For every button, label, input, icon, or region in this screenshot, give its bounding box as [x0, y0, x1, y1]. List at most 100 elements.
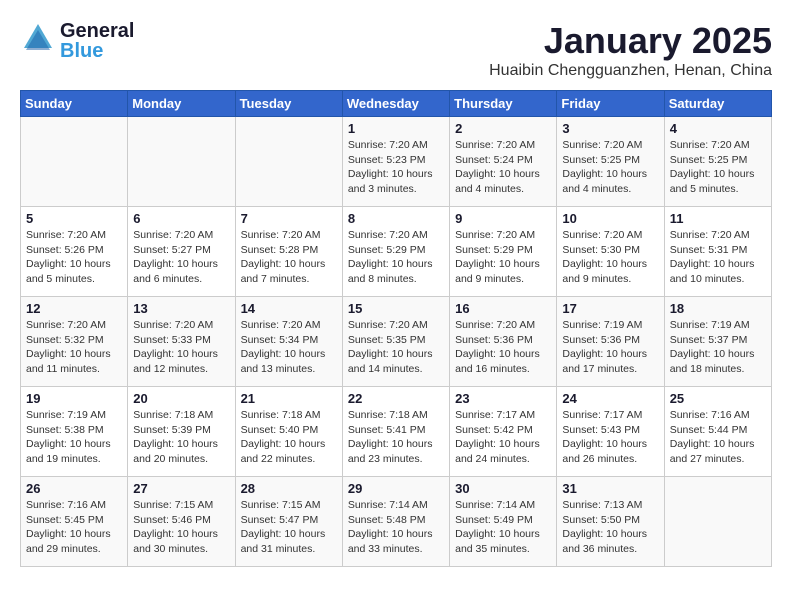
day-number: 15: [348, 301, 444, 316]
day-info: Sunrise: 7:19 AMSunset: 5:38 PMDaylight:…: [26, 408, 122, 467]
day-number: 1: [348, 121, 444, 136]
calendar-header-row: SundayMondayTuesdayWednesdayThursdayFrid…: [21, 91, 772, 117]
day-info: Sunrise: 7:20 AMSunset: 5:26 PMDaylight:…: [26, 228, 122, 287]
calendar-cell: 12 Sunrise: 7:20 AMSunset: 5:32 PMDayligh…: [21, 297, 128, 387]
calendar-cell: 5 Sunrise: 7:20 AMSunset: 5:26 PMDaylight…: [21, 207, 128, 297]
day-info: Sunrise: 7:20 AMSunset: 5:25 PMDaylight:…: [670, 138, 766, 197]
day-info: Sunrise: 7:20 AMSunset: 5:34 PMDaylight:…: [241, 318, 337, 377]
day-number: 27: [133, 481, 229, 496]
day-info: Sunrise: 7:14 AMSunset: 5:48 PMDaylight:…: [348, 498, 444, 557]
calendar-cell: 8 Sunrise: 7:20 AMSunset: 5:29 PMDaylight…: [342, 207, 449, 297]
col-header-friday: Friday: [557, 91, 664, 117]
day-info: Sunrise: 7:13 AMSunset: 5:50 PMDaylight:…: [562, 498, 658, 557]
day-number: 23: [455, 391, 551, 406]
day-number: 19: [26, 391, 122, 406]
day-info: Sunrise: 7:20 AMSunset: 5:27 PMDaylight:…: [133, 228, 229, 287]
day-number: 24: [562, 391, 658, 406]
calendar-cell: [128, 117, 235, 207]
day-number: 18: [670, 301, 766, 316]
calendar-cell: 17Sunrise: 7:19 AMSunset: 5:36 PMDayligh…: [557, 297, 664, 387]
day-info: Sunrise: 7:20 AMSunset: 5:24 PMDaylight:…: [455, 138, 551, 197]
calendar-cell: 6 Sunrise: 7:20 AMSunset: 5:27 PMDaylight…: [128, 207, 235, 297]
logo-blue: Blue: [60, 41, 134, 61]
calendar-week-row: 12 Sunrise: 7:20 AMSunset: 5:32 PMDayligh…: [21, 297, 772, 387]
calendar-cell: 9Sunrise: 7:20 AMSunset: 5:29 PMDaylight…: [450, 207, 557, 297]
day-info: Sunrise: 7:14 AMSunset: 5:49 PMDaylight:…: [455, 498, 551, 557]
day-number: 2: [455, 121, 551, 136]
day-info: Sunrise: 7:17 AMSunset: 5:43 PMDaylight:…: [562, 408, 658, 467]
col-header-monday: Monday: [128, 91, 235, 117]
calendar-cell: [235, 117, 342, 207]
day-info: Sunrise: 7:16 AMSunset: 5:44 PMDaylight:…: [670, 408, 766, 467]
day-info: Sunrise: 7:17 AMSunset: 5:42 PMDaylight:…: [455, 408, 551, 467]
day-info: Sunrise: 7:20 AMSunset: 5:29 PMDaylight:…: [348, 228, 444, 287]
day-info: Sunrise: 7:15 AMSunset: 5:47 PMDaylight:…: [241, 498, 337, 557]
page-header: General Blue January 2025 Huaibin Chengg…: [20, 20, 772, 80]
calendar-cell: 10 Sunrise: 7:20 AMSunset: 5:30 PMDayligh…: [557, 207, 664, 297]
day-info: Sunrise: 7:20 AMSunset: 5:23 PMDaylight:…: [348, 138, 444, 197]
calendar-cell: 3 Sunrise: 7:20 AMSunset: 5:25 PMDaylight…: [557, 117, 664, 207]
day-number: 30: [455, 481, 551, 496]
calendar-cell: 22 Sunrise: 7:18 AMSunset: 5:41 PMDayligh…: [342, 387, 449, 477]
day-number: 28: [241, 481, 337, 496]
col-header-saturday: Saturday: [664, 91, 771, 117]
day-number: 16: [455, 301, 551, 316]
day-number: 22: [348, 391, 444, 406]
calendar-week-row: 1 Sunrise: 7:20 AMSunset: 5:23 PMDaylight…: [21, 117, 772, 207]
day-info: Sunrise: 7:20 AMSunset: 5:30 PMDaylight:…: [562, 228, 658, 287]
day-number: 10: [562, 211, 658, 226]
day-number: 4: [670, 121, 766, 136]
col-header-thursday: Thursday: [450, 91, 557, 117]
calendar-title: January 2025: [489, 20, 772, 62]
day-number: 5: [26, 211, 122, 226]
calendar-week-row: 5 Sunrise: 7:20 AMSunset: 5:26 PMDaylight…: [21, 207, 772, 297]
day-number: 31: [562, 481, 658, 496]
calendar-cell: 2 Sunrise: 7:20 AMSunset: 5:24 PMDaylight…: [450, 117, 557, 207]
day-info: Sunrise: 7:20 AMSunset: 5:32 PMDaylight:…: [26, 318, 122, 377]
calendar-week-row: 19 Sunrise: 7:19 AMSunset: 5:38 PMDayligh…: [21, 387, 772, 477]
calendar-cell: 28 Sunrise: 7:15 AMSunset: 5:47 PMDayligh…: [235, 477, 342, 567]
calendar-cell: [664, 477, 771, 567]
day-info: Sunrise: 7:16 AMSunset: 5:45 PMDaylight:…: [26, 498, 122, 557]
day-number: 6: [133, 211, 229, 226]
day-number: 29: [348, 481, 444, 496]
calendar-cell: 14Sunrise: 7:20 AMSunset: 5:34 PMDayligh…: [235, 297, 342, 387]
day-number: 25: [670, 391, 766, 406]
calendar-cell: 27Sunrise: 7:15 AMSunset: 5:46 PMDayligh…: [128, 477, 235, 567]
calendar-cell: 30 Sunrise: 7:14 AMSunset: 5:49 PMDayligh…: [450, 477, 557, 567]
day-number: 12: [26, 301, 122, 316]
day-number: 8: [348, 211, 444, 226]
day-info: Sunrise: 7:20 AMSunset: 5:28 PMDaylight:…: [241, 228, 337, 287]
logo-text: General Blue: [60, 21, 134, 61]
day-info: Sunrise: 7:20 AMSunset: 5:35 PMDaylight:…: [348, 318, 444, 377]
day-info: Sunrise: 7:18 AMSunset: 5:39 PMDaylight:…: [133, 408, 229, 467]
day-info: Sunrise: 7:20 AMSunset: 5:31 PMDaylight:…: [670, 228, 766, 287]
calendar-cell: 16Sunrise: 7:20 AMSunset: 5:36 PMDayligh…: [450, 297, 557, 387]
calendar-cell: 25 Sunrise: 7:16 AMSunset: 5:44 PMDayligh…: [664, 387, 771, 477]
logo-general: General: [60, 21, 134, 41]
calendar-subtitle: Huaibin Chengguanzhen, Henan, China: [489, 62, 772, 80]
calendar-cell: 18Sunrise: 7:19 AMSunset: 5:37 PMDayligh…: [664, 297, 771, 387]
day-info: Sunrise: 7:20 AMSunset: 5:25 PMDaylight:…: [562, 138, 658, 197]
calendar-cell: 19 Sunrise: 7:19 AMSunset: 5:38 PMDayligh…: [21, 387, 128, 477]
calendar-cell: 29 Sunrise: 7:14 AMSunset: 5:48 PMDayligh…: [342, 477, 449, 567]
calendar-cell: 24 Sunrise: 7:17 AMSunset: 5:43 PMDayligh…: [557, 387, 664, 477]
day-number: 3: [562, 121, 658, 136]
title-block: January 2025 Huaibin Chengguanzhen, Hena…: [489, 20, 772, 80]
calendar-cell: 31 Sunrise: 7:13 AMSunset: 5:50 PMDayligh…: [557, 477, 664, 567]
day-number: 13: [133, 301, 229, 316]
calendar-table: SundayMondayTuesdayWednesdayThursdayFrid…: [20, 90, 772, 567]
day-info: Sunrise: 7:19 AMSunset: 5:36 PMDaylight:…: [562, 318, 658, 377]
day-number: 26: [26, 481, 122, 496]
calendar-cell: 26 Sunrise: 7:16 AMSunset: 5:45 PMDayligh…: [21, 477, 128, 567]
calendar-cell: 21Sunrise: 7:18 AMSunset: 5:40 PMDayligh…: [235, 387, 342, 477]
col-header-wednesday: Wednesday: [342, 91, 449, 117]
calendar-cell: 4 Sunrise: 7:20 AMSunset: 5:25 PMDaylight…: [664, 117, 771, 207]
col-header-tuesday: Tuesday: [235, 91, 342, 117]
calendar-week-row: 26 Sunrise: 7:16 AMSunset: 5:45 PMDayligh…: [21, 477, 772, 567]
calendar-cell: 1 Sunrise: 7:20 AMSunset: 5:23 PMDaylight…: [342, 117, 449, 207]
logo: General Blue: [20, 20, 134, 61]
day-info: Sunrise: 7:18 AMSunset: 5:41 PMDaylight:…: [348, 408, 444, 467]
day-number: 11: [670, 211, 766, 226]
day-info: Sunrise: 7:18 AMSunset: 5:40 PMDaylight:…: [241, 408, 337, 467]
